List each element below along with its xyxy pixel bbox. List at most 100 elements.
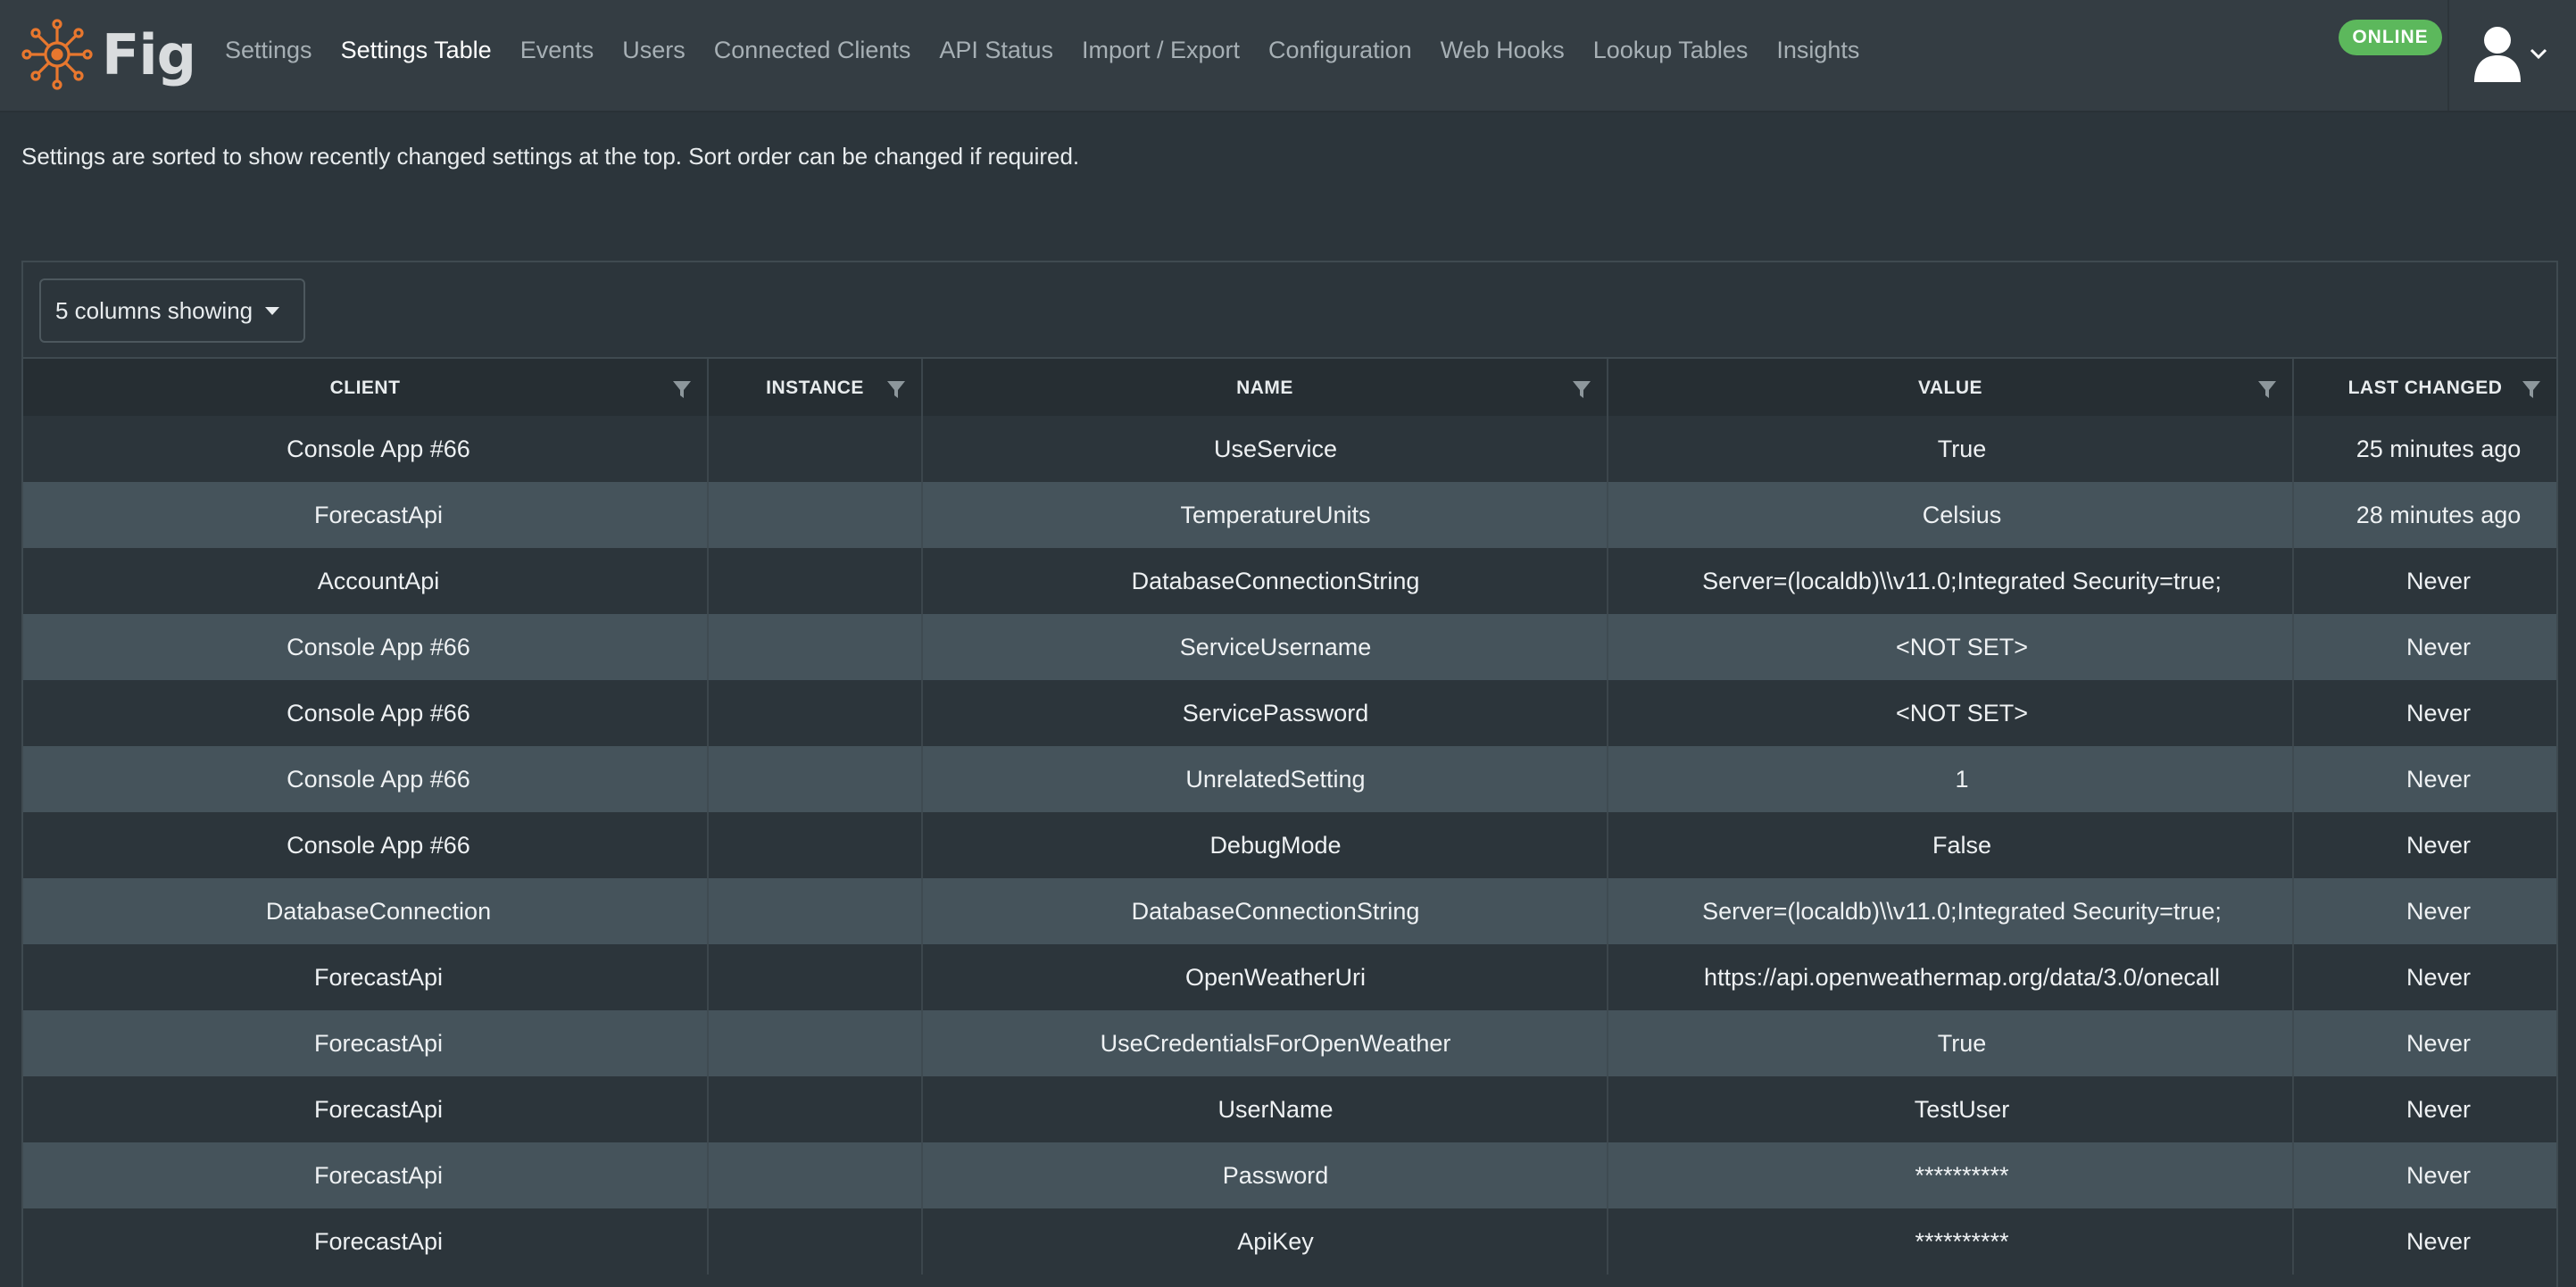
table-row[interactable]: ForecastApi UseCredentialsForOpenWeather T… (23, 1010, 2556, 1076)
cell-name: TemperatureUnits (923, 482, 1608, 548)
column-header-label: NAME (1236, 378, 1293, 398)
cell-name: ServiceUsername (923, 614, 1608, 680)
nav-divider (2447, 0, 2449, 111)
cell-last-changed: Never (2406, 765, 2472, 793)
cell-name: DebugMode (923, 812, 1608, 878)
cell-value: <NOT SET> (1608, 614, 2294, 680)
nav-item-lookup-tables[interactable]: Lookup Tables (1593, 37, 1749, 64)
cell-value: Server=(localdb)\\v11.0;Integrated Secur… (1608, 548, 2294, 614)
cell-value: https://api.openweathermap.org/data/3.0/… (1608, 944, 2294, 1010)
table-row[interactable]: Console App #66 ServicePassword <NOT SET> N… (23, 680, 2556, 746)
table-row[interactable]: ForecastApi ApiKey ********** Never (23, 1208, 2556, 1275)
cell-client: Console App #66 (23, 614, 709, 680)
cell-last-changed: Never (2406, 1161, 2472, 1189)
cell-last-changed: Never (2406, 1227, 2472, 1255)
cell-value: ********** (1608, 1208, 2294, 1275)
status-badge: ONLINE (2339, 20, 2442, 55)
chevron-down-icon (2530, 48, 2547, 60)
table-row[interactable]: Console App #66 UseService True 25 minutes … (23, 416, 2556, 482)
cell-last-changed: Never (2406, 567, 2472, 594)
nav-item-import-export[interactable]: Import / Export (1082, 37, 1240, 64)
cell-value: True (1608, 416, 2294, 482)
nav-item-events[interactable]: Events (520, 37, 594, 64)
cell-last-changed: 25 minutes ago (2356, 435, 2522, 462)
cell-client: DatabaseConnection (23, 878, 709, 944)
user-icon (2474, 27, 2521, 82)
cell-instance (709, 1142, 923, 1208)
table-row[interactable]: DatabaseConnection DatabaseConnectionStri… (23, 878, 2556, 944)
table-row[interactable]: ForecastApi OpenWeatherUri https://api.ope… (23, 944, 2556, 1010)
sort-info-text: Settings are sorted to show recently cha… (21, 143, 1080, 170)
column-header-client[interactable]: CLIENT (23, 359, 709, 418)
filter-icon[interactable] (671, 378, 693, 400)
column-header-label: CLIENT (329, 378, 401, 398)
column-header-label: VALUE (1917, 378, 1983, 398)
filter-icon[interactable] (2256, 378, 2278, 400)
cell-client: AccountApi (23, 548, 709, 614)
cell-last-changed: Never (2406, 963, 2472, 991)
filter-icon[interactable] (885, 378, 907, 400)
app-logo[interactable]: Fig (20, 16, 196, 93)
nav-item-settings-table[interactable]: Settings Table (341, 37, 492, 64)
cell-client: ForecastApi (23, 1076, 709, 1142)
cell-name: UseService (923, 416, 1608, 482)
cell-instance (709, 812, 923, 878)
cell-last-changed: Never (2406, 897, 2472, 925)
nav-item-insights[interactable]: Insights (1776, 37, 1859, 64)
cell-client: Console App #66 (23, 416, 709, 482)
nav-item-users[interactable]: Users (622, 37, 686, 64)
app-name: Fig (102, 21, 196, 87)
cell-name: UseCredentialsForOpenWeather (923, 1010, 1608, 1076)
column-header-label: INSTANCE (766, 378, 864, 398)
nav-item-configuration[interactable]: Configuration (1268, 37, 1412, 64)
user-menu-button[interactable] (2472, 25, 2553, 82)
cell-last-changed: Never (2406, 699, 2472, 727)
cell-value: Celsius (1608, 482, 2294, 548)
nav-item-api-status[interactable]: API Status (939, 37, 1053, 64)
cell-last-changed: Never (2406, 633, 2472, 660)
table-row[interactable]: ForecastApi Password ********** Never (23, 1142, 2556, 1208)
nav-item-connected-clients[interactable]: Connected Clients (714, 37, 911, 64)
cell-value: Server=(localdb)\\v11.0;Integrated Secur… (1608, 878, 2294, 944)
column-header-value[interactable]: VALUE (1608, 359, 2294, 418)
cell-value: <NOT SET> (1608, 680, 2294, 746)
nav-item-settings[interactable]: Settings (225, 37, 312, 64)
cell-instance (709, 548, 923, 614)
filter-icon[interactable] (2521, 378, 2542, 400)
table-row[interactable]: Console App #66 ServiceUsername <NOT SET> N… (23, 614, 2556, 680)
cell-client: ForecastApi (23, 1142, 709, 1208)
cell-name: ApiKey (923, 1208, 1608, 1275)
cell-name: OpenWeatherUri (923, 944, 1608, 1010)
cell-instance (709, 746, 923, 812)
cell-client: ForecastApi (23, 1208, 709, 1275)
top-navbar: Fig Settings Settings Table Events Users… (0, 0, 2576, 112)
table-row[interactable]: ForecastApi TemperatureUnits Celsius 28 min… (23, 482, 2556, 548)
cell-name: DatabaseConnectionString (923, 878, 1608, 944)
columns-toggle-label: 5 columns showing (55, 296, 253, 324)
cell-last-changed: Never (2406, 1095, 2472, 1123)
table-row[interactable]: Console App #66 DebugMode False Never (23, 812, 2556, 878)
filter-icon[interactable] (1571, 378, 1592, 400)
columns-toggle-button[interactable]: 5 columns showing (39, 278, 305, 343)
cell-value: ********** (1608, 1142, 2294, 1208)
cell-name: ServicePassword (923, 680, 1608, 746)
cell-instance (709, 416, 923, 482)
nav-item-web-hooks[interactable]: Web Hooks (1441, 37, 1565, 64)
cell-name: Password (923, 1142, 1608, 1208)
column-header-last-changed[interactable]: LAST CHANGED (2294, 359, 2556, 418)
cell-client: ForecastApi (23, 1010, 709, 1076)
column-header-instance[interactable]: INSTANCE (709, 359, 923, 418)
cell-value: False (1608, 812, 2294, 878)
cell-client: Console App #66 (23, 746, 709, 812)
table-row[interactable]: Console App #66 UnrelatedSetting 1 Never (23, 746, 2556, 812)
cell-instance (709, 482, 923, 548)
table-row[interactable]: ForecastApi UserName TestUser Never (23, 1076, 2556, 1142)
column-header-name[interactable]: NAME (923, 359, 1608, 418)
cell-last-changed: Never (2406, 831, 2472, 859)
table-row[interactable]: AccountApi DatabaseConnectionString Server… (23, 548, 2556, 614)
cell-last-changed: 28 minutes ago (2356, 501, 2522, 528)
cell-client: ForecastApi (23, 944, 709, 1010)
main-nav: Settings Settings Table Events Users Con… (225, 0, 1888, 100)
cell-value: True (1608, 1010, 2294, 1076)
cell-instance (709, 878, 923, 944)
